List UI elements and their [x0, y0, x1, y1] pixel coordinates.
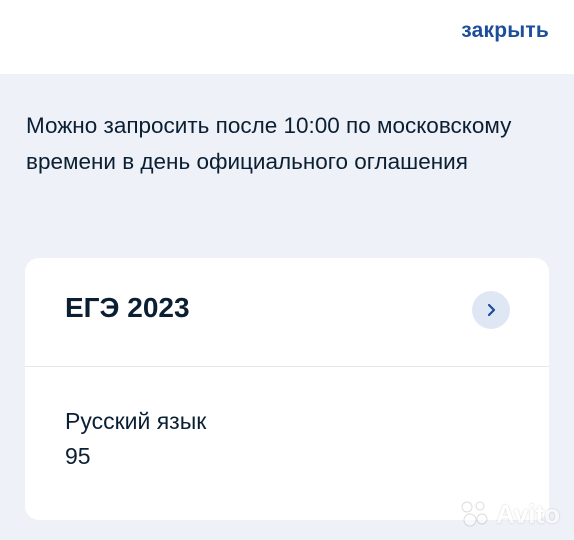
- chevron-right-icon: [487, 303, 496, 317]
- card-divider: [25, 366, 549, 367]
- availability-info-text: Можно запросить после 10:00 по московско…: [26, 113, 512, 174]
- subject-name: Русский язык: [65, 408, 207, 434]
- content-area: Можно запросить после 10:00 по московско…: [0, 74, 574, 540]
- exam-result-card: ЕГЭ 2023 Русский язык 95: [25, 258, 549, 520]
- subject-score: 95: [65, 443, 91, 469]
- watermark-text: Avito: [495, 498, 560, 529]
- watermark: Avito: [458, 498, 560, 530]
- avito-logo-icon: [461, 501, 488, 527]
- close-link[interactable]: закрыть: [461, 19, 549, 43]
- top-bar: закрыть: [0, 0, 574, 74]
- exam-card-header[interactable]: ЕГЭ 2023: [25, 258, 549, 366]
- expand-button[interactable]: [472, 291, 510, 329]
- exam-title: ЕГЭ 2023: [65, 292, 190, 323]
